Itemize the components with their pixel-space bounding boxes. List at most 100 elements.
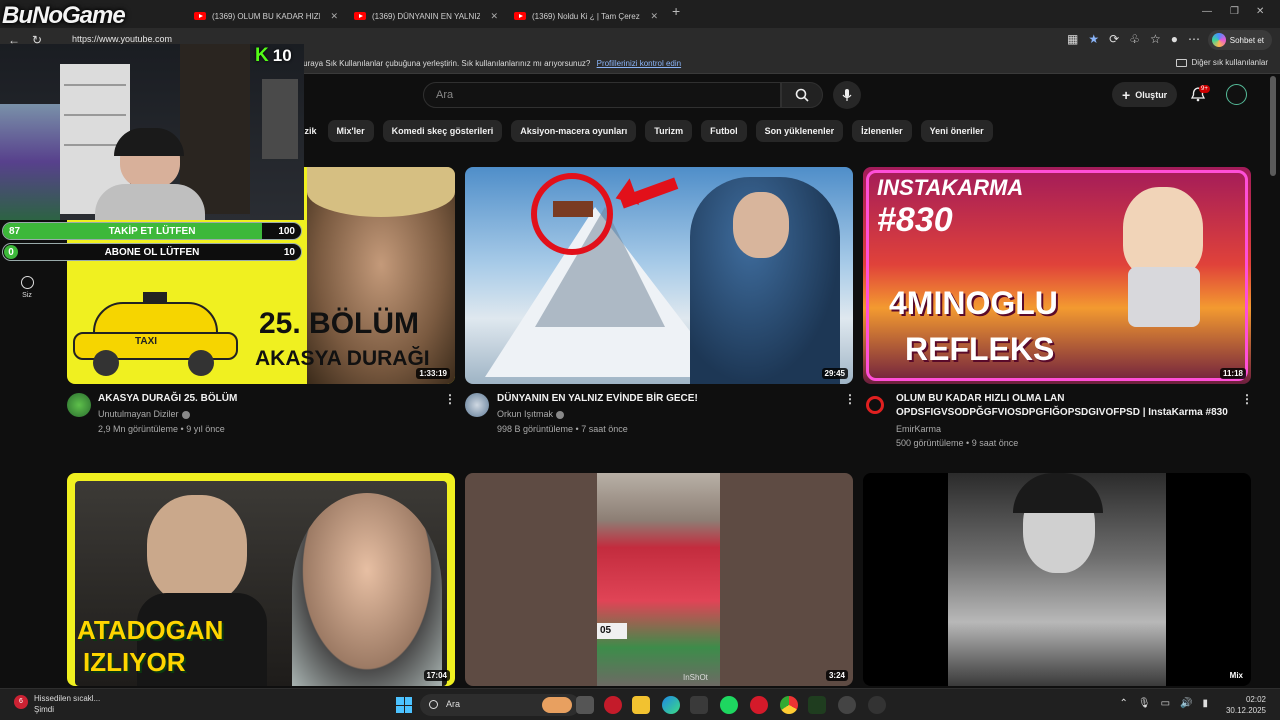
video-title[interactable]: AKASYA DURAĞI 25. BÖLÜM	[98, 392, 428, 406]
thumbnail-title-text: ATADOGAN	[77, 615, 224, 645]
video-title[interactable]: OLUM BU KADAR HIZLI OLMA LAN OPDSFIGVSOD…	[896, 392, 1238, 420]
favorites-bar-message: ızı buraya Sık Kullanılanlar çubuğuna ye…	[288, 59, 591, 68]
volume-icon[interactable]: 🔊	[1180, 698, 1192, 709]
category-chips: üzik Mix'ler Komedi skeç gösterileri Aks…	[297, 120, 993, 142]
favorites-icon[interactable]: ☆	[1150, 32, 1161, 46]
network-icon[interactable]: ▭	[1161, 698, 1170, 709]
obs-icon[interactable]	[838, 696, 856, 714]
video-thumbnail[interactable]: 05 InShOt 3:24	[465, 473, 853, 686]
channel-name[interactable]: Orkun Işıtmak	[497, 409, 565, 419]
page-scrollbar[interactable]	[1270, 76, 1276, 176]
search-button[interactable]	[781, 82, 823, 108]
windows-start-icon[interactable]	[396, 697, 412, 713]
store-icon[interactable]	[690, 696, 708, 714]
browser-tab[interactable]: (1369) OLUM BU KADAR HIZLI OL... ✕	[186, 4, 346, 28]
profile-icon[interactable]: ●	[1171, 32, 1178, 46]
kick-app-icon[interactable]	[808, 696, 826, 714]
thumbnail-subtitle-text: AKASYA DURAĞI	[255, 347, 430, 370]
clock[interactable]: 02:02 30.12.2025	[1226, 694, 1266, 716]
spotify-icon[interactable]	[720, 696, 738, 714]
taskbar-search-label: Ara	[446, 699, 461, 709]
chip-mixes[interactable]: Mix'ler	[327, 120, 374, 142]
video-duration: 1:33:19	[416, 368, 450, 379]
microphone-tray-icon[interactable]: 🎙	[1138, 698, 1151, 709]
other-favorites[interactable]: Diğer sık kullanılanlar	[1175, 58, 1268, 67]
chip-recently-uploaded[interactable]: Son yüklenenler	[755, 120, 844, 142]
profiles-link[interactable]: Profillerinizi kontrol edin	[597, 59, 681, 68]
chip-watched[interactable]: İzlenenler	[852, 120, 912, 142]
create-button[interactable]: + Oluştur	[1112, 82, 1178, 107]
webcam-overlay	[0, 44, 304, 220]
copilot-button[interactable]: Sohbet et	[1207, 30, 1272, 50]
split-screen-icon[interactable]: ▦	[1067, 32, 1078, 46]
browser-essentials-icon[interactable]: ♧	[1129, 32, 1140, 46]
chip-football[interactable]: Futbol	[701, 120, 747, 142]
close-window-icon[interactable]: ✕	[1256, 6, 1264, 17]
video-thumbnail[interactable]: Mix	[863, 473, 1251, 686]
channel-avatar[interactable]	[866, 396, 884, 414]
tab-label: (1369) OLUM BU KADAR HIZLI OL...	[212, 11, 320, 21]
chip-comedy[interactable]: Komedi skeç gösterileri	[382, 120, 503, 142]
license-plate-text: 05	[597, 623, 627, 639]
tab-label: (1369) DÜNYANIN EN YALNIZ EVİ...	[372, 11, 481, 21]
new-tab-button[interactable]: +	[672, 3, 680, 19]
video-thumbnail[interactable]: ATADOGAN IZLIYOR 17:04	[67, 473, 455, 686]
url-field[interactable]: https://www.youtube.com	[72, 34, 172, 44]
kick-viewer-count: K 10	[255, 45, 292, 67]
task-view-icon[interactable]	[576, 696, 594, 714]
video-title[interactable]: DÜNYANIN EN YALNIZ EVİNDE BİR GECE!	[497, 392, 827, 406]
extensions-icon[interactable]: ⟳	[1109, 32, 1119, 46]
weather-icon: 6	[14, 695, 28, 709]
browser-toolbar-icons: ▦ ★ ⟳ ♧ ☆ ● ⋯	[1067, 32, 1200, 46]
follow-goal-bar: 87 TAKİP ET LÜTFEN 100	[2, 222, 302, 240]
video-thumbnail[interactable]: INSTAKARMA #830 4MINOGLU REFLEKS 11:18	[863, 167, 1251, 384]
browser-tab[interactable]: (1369) Noldu Ki ¿ | Tam Çerezlik | ... ✕	[506, 4, 666, 28]
weather-title: Hissedilen sıcakl...	[34, 694, 101, 703]
edge-icon[interactable]	[662, 696, 680, 714]
account-avatar[interactable]	[1226, 84, 1247, 105]
goal-label: ABONE OL LÜTFEN	[104, 247, 200, 258]
taxi-sign: TAXI	[135, 336, 158, 347]
more-actions-icon[interactable]: ⋮	[1241, 392, 1253, 406]
file-explorer-icon[interactable]	[632, 696, 650, 714]
opera-icon[interactable]	[604, 696, 622, 714]
battery-icon[interactable]: ▮	[1202, 698, 1208, 709]
watermark-text: InShOt	[683, 673, 708, 682]
thumbnail-episode-text: #830	[877, 201, 953, 239]
more-actions-icon[interactable]: ⋮	[844, 392, 856, 406]
chip-new-to-you[interactable]: Yeni öneriler	[920, 120, 993, 142]
video-thumbnail[interactable]: 29:45	[465, 167, 853, 384]
settings-icon[interactable]	[868, 696, 886, 714]
thumbnail-subtitle-text: IZLIYOR	[83, 647, 186, 677]
channel-avatar[interactable]	[67, 393, 91, 417]
favorite-star-icon[interactable]: ★	[1088, 32, 1099, 46]
kick-icon: K	[255, 45, 269, 66]
close-tab-icon[interactable]: ✕	[330, 11, 338, 22]
channel-avatar[interactable]	[465, 393, 489, 417]
channel-name[interactable]: EmirKarma	[896, 424, 941, 434]
minimize-icon[interactable]: —	[1202, 6, 1212, 17]
video-duration: 3:24	[825, 670, 848, 681]
channel-name[interactable]: Unutulmayan Diziler	[98, 409, 190, 419]
opera-gx-icon[interactable]	[750, 696, 768, 714]
search-icon	[429, 700, 438, 709]
video-duration: 11:18	[1219, 368, 1246, 379]
weather-widget[interactable]: 6 Hissedilen sıcakl... Şimdi	[14, 693, 100, 715]
search-highlight-icon	[542, 697, 572, 713]
tray-overflow-icon[interactable]: ⌃	[1119, 698, 1127, 709]
search-input[interactable]: Ara	[423, 82, 781, 108]
more-actions-icon[interactable]: ⋮	[444, 392, 456, 406]
sidebar-item-label: Siz	[22, 292, 32, 299]
sidebar-item-you[interactable]: Siz	[17, 276, 37, 299]
voice-search-button[interactable]	[833, 81, 861, 109]
more-menu-icon[interactable]: ⋯	[1188, 32, 1200, 46]
restore-icon[interactable]: ❐	[1230, 6, 1239, 17]
taskbar-search[interactable]: Ara	[420, 694, 580, 716]
video-stats: 2,9 Mn görüntüleme • 9 yıl önce	[98, 424, 225, 434]
chip-tourism[interactable]: Turizm	[645, 120, 693, 142]
close-tab-icon[interactable]: ✕	[490, 11, 498, 22]
browser-tab[interactable]: (1369) DÜNYANIN EN YALNIZ EVİ... ✕	[346, 4, 506, 28]
chrome-icon[interactable]	[780, 696, 798, 714]
chip-action-adventure[interactable]: Aksiyon-macera oyunları	[511, 120, 637, 142]
close-tab-icon[interactable]: ✕	[650, 11, 658, 22]
